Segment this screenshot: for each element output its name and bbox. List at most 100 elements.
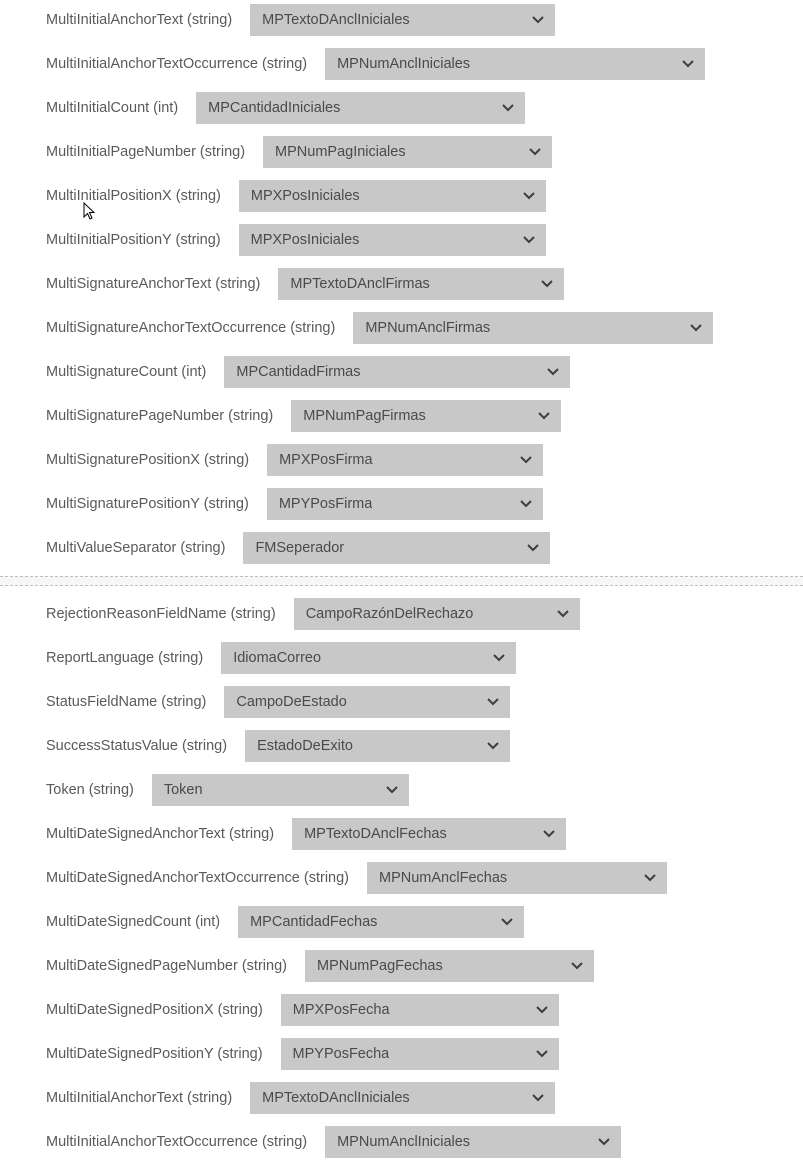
chevron-down-icon	[500, 915, 514, 929]
dropdown-selected-value: IdiomaCorreo	[233, 650, 321, 666]
chevron-down-icon	[643, 871, 657, 885]
field-label: MultiInitialAnchorText (string)	[46, 12, 232, 28]
mapping-dropdown[interactable]: CampoDeEstado	[224, 686, 510, 718]
chevron-down-icon	[501, 101, 515, 115]
chevron-down-icon	[522, 233, 536, 247]
field-label: MultiSignaturePageNumber (string)	[46, 408, 273, 424]
dropdown-selected-value: MPXPosFecha	[293, 1002, 390, 1018]
field-label: ReportLanguage (string)	[46, 650, 203, 666]
field-label: SuccessStatusValue (string)	[46, 738, 227, 754]
dropdown-selected-value: MPNumAnclIniciales	[337, 56, 470, 72]
chevron-down-icon	[522, 189, 536, 203]
chevron-down-icon	[535, 1047, 549, 1061]
mapping-row: MultiSignatureAnchorTextOccurrence (stri…	[0, 306, 803, 350]
mapping-dropdown[interactable]: MPNumPagIniciales	[263, 136, 552, 168]
chevron-down-icon	[570, 959, 584, 973]
mapping-dropdown[interactable]: MPYPosFecha	[281, 1038, 559, 1070]
chevron-down-icon	[546, 365, 560, 379]
mapping-dropdown[interactable]: MPXPosFecha	[281, 994, 559, 1026]
mapping-row: MultiSignatureCount (int) MPCantidadFirma…	[0, 350, 803, 394]
mapping-dropdown[interactable]: MPXPosIniciales	[239, 224, 546, 256]
dropdown-selected-value: MPYPosFirma	[279, 496, 372, 512]
dropdown-selected-value: MPCantidadIniciales	[208, 100, 340, 116]
mapping-dropdown[interactable]: MPCantidadFechas	[238, 906, 524, 938]
field-label: RejectionReasonFieldName (string)	[46, 606, 276, 622]
chevron-down-icon	[535, 1003, 549, 1017]
mapping-dropdown[interactable]: MPCantidadIniciales	[196, 92, 525, 124]
dropdown-selected-value: CampoRazónDelRechazo	[306, 606, 474, 622]
dropdown-selected-value: MPNumPagFirmas	[303, 408, 425, 424]
mapping-dropdown[interactable]: MPTextoDAnclFechas	[292, 818, 566, 850]
mapping-dropdown[interactable]: MPXPosIniciales	[239, 180, 546, 212]
field-label: MultiInitialPositionX (string)	[46, 188, 221, 204]
mapping-row: ReportLanguage (string) IdiomaCorreo	[0, 636, 803, 680]
mapping-row: SuccessStatusValue (string) EstadoDeExito	[0, 724, 803, 768]
mapping-row: MultiInitialPositionX (string) MPXPosInic…	[0, 174, 803, 218]
dropdown-selected-value: MPYPosFecha	[293, 1046, 390, 1062]
mapping-row: MultiInitialCount (int)MPCantidadInicial…	[0, 86, 803, 130]
mapping-dropdown[interactable]: FMSeperador	[243, 532, 550, 564]
mapping-dropdown[interactable]: MPXPosFirma	[267, 444, 543, 476]
mapping-row: MultiSignatureAnchorText (string) MPTexto…	[0, 262, 803, 306]
field-label: MultiSignatureAnchorText (string)	[46, 276, 260, 292]
mapping-dropdown[interactable]: CampoRazónDelRechazo	[294, 598, 580, 630]
mapping-row: Token (string) Token	[0, 768, 803, 812]
field-label: MultiSignaturePositionY (string)	[46, 496, 249, 512]
mapping-row: MultiDateSignedPositionX (string)MPXPosF…	[0, 988, 803, 1032]
field-label: MultiDateSignedAnchorTextOccurrence (str…	[46, 870, 349, 886]
mapping-dropdown[interactable]: MPTextoDAnclIniciales	[250, 4, 555, 36]
mapping-section-2: RejectionReasonFieldName (string) CampoRa…	[0, 588, 803, 1168]
dropdown-selected-value: CampoDeEstado	[236, 694, 346, 710]
mapping-dropdown[interactable]: MPTextoDAnclFirmas	[278, 268, 564, 300]
mapping-row: StatusFieldName (string) CampoDeEstado	[0, 680, 803, 724]
field-label: StatusFieldName (string)	[46, 694, 206, 710]
mapping-dropdown[interactable]: MPNumPagFirmas	[291, 400, 561, 432]
mapping-dropdown[interactable]: MPNumAnclFirmas	[353, 312, 713, 344]
mapping-dropdown[interactable]: MPNumAnclIniciales	[325, 1126, 621, 1158]
mapping-dropdown[interactable]: MPNumAnclIniciales	[325, 48, 705, 80]
mapping-dropdown[interactable]: IdiomaCorreo	[221, 642, 516, 674]
mapping-row: MultiInitialAnchorText (string) MPTextoDA…	[0, 1076, 803, 1120]
mapping-row: MultiDateSignedCount (int)MPCantidadFech…	[0, 900, 803, 944]
mapping-row: MultiInitialPageNumber (string)MPNumPagI…	[0, 130, 803, 174]
mapping-dropdown[interactable]: MPCantidadFirmas	[224, 356, 570, 388]
chevron-down-icon	[492, 651, 506, 665]
chevron-down-icon	[531, 13, 545, 27]
chevron-down-icon	[526, 541, 540, 555]
mapping-row: MultiSignaturePositionX (string)MPXPosFi…	[0, 438, 803, 482]
field-label: MultiInitialAnchorTextOccurrence (string…	[46, 56, 307, 72]
dropdown-selected-value: Token	[164, 782, 203, 798]
field-label: MultiInitialPositionY (string)	[46, 232, 221, 248]
chevron-down-icon	[597, 1135, 611, 1149]
mapping-dropdown[interactable]: MPYPosFirma	[267, 488, 543, 520]
mapping-dropdown[interactable]: MPNumAnclFechas	[367, 862, 667, 894]
mapping-row: MultiDateSignedPageNumber (string)MPNumP…	[0, 944, 803, 988]
chevron-down-icon	[519, 453, 533, 467]
field-label: MultiInitialAnchorText (string)	[46, 1090, 232, 1106]
mapping-section-1: MultiInitialAnchorText (string) MPTextoDA…	[0, 0, 803, 574]
dropdown-selected-value: MPCantidadFechas	[250, 914, 377, 930]
mapping-dropdown[interactable]: MPTextoDAnclIniciales	[250, 1082, 555, 1114]
chevron-down-icon	[486, 695, 500, 709]
chevron-down-icon	[486, 739, 500, 753]
mapping-row: MultiValueSeparator (string)FMSeperador	[0, 526, 803, 570]
chevron-down-icon	[689, 321, 703, 335]
section-separator	[0, 576, 803, 586]
field-label: MultiSignatureCount (int)	[46, 364, 206, 380]
dropdown-selected-value: MPNumAnclFirmas	[365, 320, 490, 336]
field-label: Token (string)	[46, 782, 134, 798]
dropdown-selected-value: MPCantidadFirmas	[236, 364, 360, 380]
field-label: MultiInitialAnchorTextOccurrence (string…	[46, 1134, 307, 1150]
chevron-down-icon	[537, 409, 551, 423]
chevron-down-icon	[542, 827, 556, 841]
mapping-dropdown[interactable]: EstadoDeExito	[245, 730, 510, 762]
dropdown-selected-value: EstadoDeExito	[257, 738, 353, 754]
mapping-dropdown[interactable]: Token	[152, 774, 409, 806]
dropdown-selected-value: MPTextoDAnclFirmas	[290, 276, 429, 292]
dropdown-selected-value: MPNumAnclFechas	[379, 870, 507, 886]
field-label: MultiDateSignedPositionY (string)	[46, 1046, 263, 1062]
mapping-row: MultiSignaturePageNumber (string) MPNumPa…	[0, 394, 803, 438]
mapping-dropdown[interactable]: MPNumPagFechas	[305, 950, 594, 982]
mapping-row: MultiDateSignedAnchorText (string)MPText…	[0, 812, 803, 856]
chevron-down-icon	[531, 1091, 545, 1105]
